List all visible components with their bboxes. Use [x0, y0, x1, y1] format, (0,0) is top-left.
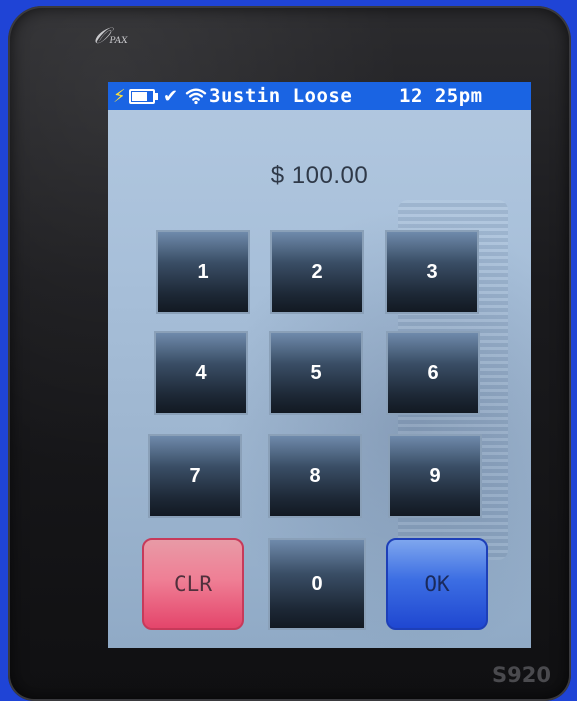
key-2[interactable]: 2	[270, 230, 364, 314]
model-label: S920	[492, 663, 551, 687]
status-bar: ⚡ ✔ 3ustin Loose 12 25pm	[108, 82, 531, 110]
key-1[interactable]: 1	[156, 230, 250, 314]
clear-button[interactable]: CLR	[142, 538, 244, 630]
lightning-bolt-icon: ⚡	[113, 85, 126, 107]
key-5[interactable]: 5	[269, 331, 363, 415]
key-3[interactable]: 3	[385, 230, 479, 314]
key-0[interactable]: 0	[268, 538, 366, 630]
amount-display: $ 100.00	[270, 162, 369, 189]
key-4[interactable]: 4	[154, 331, 248, 415]
key-8[interactable]: 8	[268, 434, 362, 518]
key-6[interactable]: 6	[386, 331, 480, 415]
card-terminal: 𝒪PAX ⚡ ✔ 3ustin Loose 12 25pm $ 100.00 1…	[8, 6, 571, 701]
merchant-name: 3ustin Loose	[209, 85, 353, 107]
battery-level-fill	[132, 91, 148, 101]
terminal-screen: ⚡ ✔ 3ustin Loose 12 25pm $ 100.00 1 2 3 …	[108, 82, 531, 648]
wifi-icon	[185, 88, 207, 105]
brand-logo: 𝒪PAX	[92, 24, 130, 49]
battery-icon	[129, 88, 158, 104]
clock-time: 12 25pm	[399, 85, 483, 107]
ok-button[interactable]: OK	[386, 538, 488, 630]
key-7[interactable]: 7	[148, 434, 242, 518]
checkmark-icon: ✔	[163, 85, 179, 107]
brand-name: PAX	[108, 36, 129, 46]
key-9[interactable]: 9	[388, 434, 482, 518]
